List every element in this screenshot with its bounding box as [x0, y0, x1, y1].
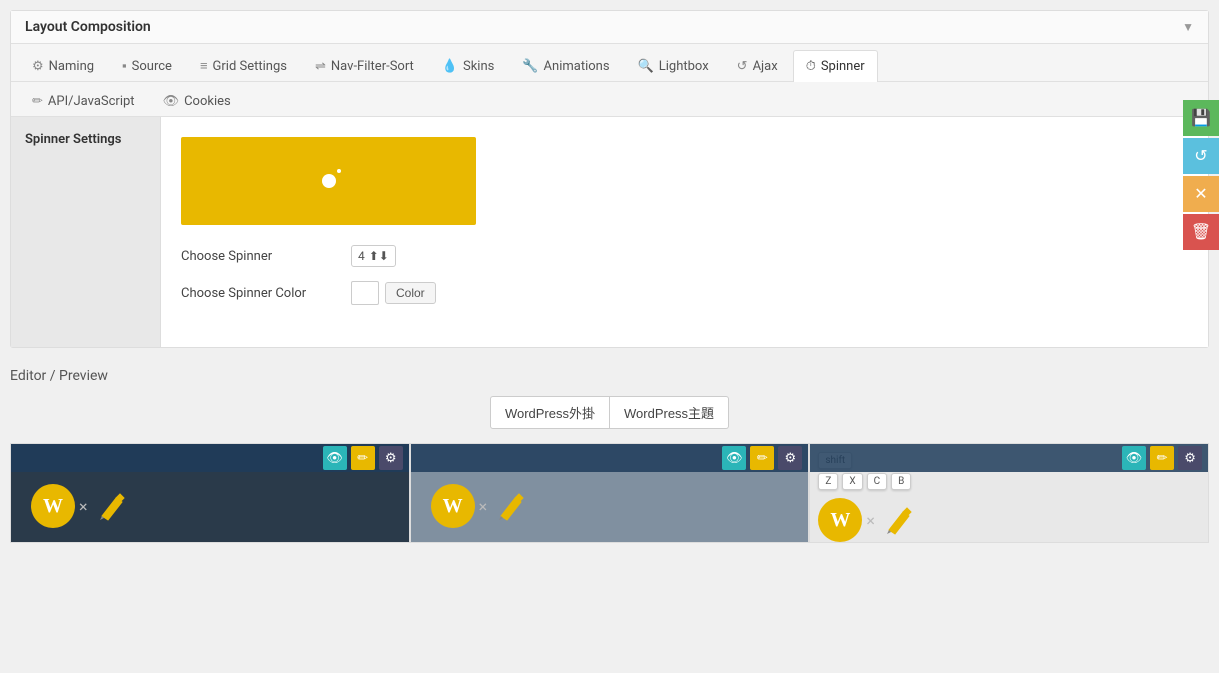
wp-logo-group-2: W ×: [431, 484, 532, 528]
wp-logo-1: W: [31, 484, 75, 528]
edit-icon-2[interactable]: ✏: [750, 446, 774, 470]
tab-animations-label: Animations: [544, 59, 610, 74]
tab-skins-label: Skins: [463, 59, 494, 74]
choose-spinner-row: Choose Spinner 4 ⬆⬇: [181, 245, 1188, 267]
panel-body: Spinner Settings Choose Spinner 4 ⬆⬇ Cho…: [11, 117, 1208, 347]
grid-overlay-1: 👁 ✏ ⚙: [11, 444, 409, 472]
tab-spinner[interactable]: ⏱ Spinner: [793, 50, 878, 82]
tab-bar-row1: ⚙ Naming ▪ Source ≡ Grid Settings ⇌ Nav-…: [11, 44, 1208, 82]
pen-icon-2: [491, 486, 531, 526]
spinner-select[interactable]: 4 ⬆⬇: [351, 245, 396, 267]
delete-button[interactable]: 🗑: [1183, 214, 1219, 250]
settings-icon-1[interactable]: ⚙: [379, 446, 403, 470]
spinner-value: 4: [358, 249, 365, 263]
filter-buttons: WordPress外掛 WordPress主題: [10, 396, 1209, 429]
api-icon: ✏: [32, 94, 43, 109]
filter-plugins-button[interactable]: WordPress外掛: [490, 396, 610, 429]
warning-button[interactable]: ✕: [1183, 176, 1219, 212]
lightbox-icon: 🔍: [638, 59, 654, 74]
spinner-dot: [322, 174, 336, 188]
cross-2: ×: [479, 497, 488, 516]
tab-naming[interactable]: ⚙ Naming: [19, 50, 107, 81]
tab-cookies[interactable]: 👁 Cookies: [150, 86, 244, 116]
view-icon-2[interactable]: 👁: [722, 446, 746, 470]
tab-grid-label: Grid Settings: [213, 59, 287, 74]
cookies-icon: 👁: [163, 94, 180, 109]
gear-icon: ⚙: [32, 59, 44, 74]
key-c: C: [867, 473, 888, 490]
tab-source[interactable]: ▪ Source: [109, 50, 185, 81]
spinner-sidebar: Spinner Settings: [11, 117, 161, 347]
settings-icon-3[interactable]: ⚙: [1178, 446, 1202, 470]
view-icon-1[interactable]: 👁: [323, 446, 347, 470]
action-buttons: 💾 ↺ ✕ 🗑: [1183, 100, 1219, 250]
pen-icon-1: [92, 486, 132, 526]
tab-cookies-label: Cookies: [184, 94, 231, 109]
key-x: X: [842, 473, 862, 490]
filter-themes-button[interactable]: WordPress主題: [610, 396, 729, 429]
spinner-content: Choose Spinner 4 ⬆⬇ Choose Spinner Color…: [161, 117, 1208, 347]
panel-header: Layout Composition ▼: [11, 11, 1208, 44]
panel-title: Layout Composition: [25, 19, 151, 35]
editor-title: Editor / Preview: [10, 368, 1209, 384]
wp-logo-group-3: W ×: [818, 498, 919, 542]
editor-section: Editor / Preview WordPress外掛 WordPress主題…: [0, 358, 1219, 543]
grid-item-2: 👁 ✏ ⚙ W ×: [410, 443, 810, 543]
edit-icon-1[interactable]: ✏: [351, 446, 375, 470]
sidebar-label: Spinner Settings: [25, 132, 121, 147]
layout-composition-panel: Layout Composition ▼ ⚙ Naming ▪ Source ≡…: [10, 10, 1209, 348]
settings-icon-2[interactable]: ⚙: [778, 446, 802, 470]
grid-overlay-3: 👁 ✏ ⚙: [810, 444, 1208, 472]
tab-api-label: API/JavaScript: [48, 94, 135, 109]
tab-ajax-label: Ajax: [753, 59, 778, 74]
tab-bar-row2: ✏ API/JavaScript 👁 Cookies: [11, 82, 1208, 117]
wp-logo-group-1: W ×: [31, 484, 132, 528]
choose-spinner-label: Choose Spinner: [181, 249, 341, 264]
wp-logo-2: W: [431, 484, 475, 528]
cross-1: ×: [79, 497, 88, 516]
tab-nav-filter-sort[interactable]: ⇌ Nav-Filter-Sort: [302, 50, 427, 81]
tab-naming-label: Naming: [49, 59, 94, 74]
spinner-icon: ⏱: [806, 59, 816, 74]
choose-color-label: Choose Spinner Color: [181, 286, 341, 301]
grid-item-3: 👁 ✏ ⚙ shift Z X C B W ×: [809, 443, 1209, 543]
key-z: Z: [818, 473, 838, 490]
key-b: B: [891, 473, 911, 490]
choose-color-row: Choose Spinner Color Color: [181, 281, 1188, 305]
ajax-icon: ↺: [737, 59, 748, 74]
grid-item-1: 👁 ✏ ⚙ W ×: [10, 443, 410, 543]
cross-3: ×: [866, 511, 875, 530]
animations-icon: 🔧: [522, 59, 538, 74]
tab-lightbox[interactable]: 🔍 Lightbox: [625, 50, 722, 81]
nav-icon: ⇌: [315, 59, 326, 74]
pen-icon-3: [879, 500, 919, 540]
key-row-2: Z X C B: [818, 473, 911, 490]
tab-animations[interactable]: 🔧 Animations: [509, 50, 622, 81]
tab-nav-label: Nav-Filter-Sort: [331, 59, 414, 74]
tab-skins[interactable]: 💧 Skins: [429, 50, 508, 81]
grid-overlay-2: 👁 ✏ ⚙: [411, 444, 809, 472]
tab-ajax[interactable]: ↺ Ajax: [724, 50, 791, 81]
tab-lightbox-label: Lightbox: [659, 59, 709, 74]
view-icon-3[interactable]: 👁: [1122, 446, 1146, 470]
color-row: Color: [351, 281, 436, 305]
skins-icon: 💧: [442, 59, 458, 74]
save-button[interactable]: 💾: [1183, 100, 1219, 136]
grid-icon: ≡: [200, 58, 208, 74]
tab-spinner-label: Spinner: [821, 59, 865, 74]
collapse-icon[interactable]: ▼: [1182, 20, 1194, 34]
folder-icon: ▪: [122, 58, 127, 74]
tab-source-label: Source: [132, 59, 172, 74]
color-swatch[interactable]: [351, 281, 379, 305]
color-button[interactable]: Color: [385, 282, 436, 304]
edit-icon-3[interactable]: ✏: [1150, 446, 1174, 470]
refresh-button[interactable]: ↺: [1183, 138, 1219, 174]
grid-row: 👁 ✏ ⚙ W ×: [10, 443, 1209, 543]
spinner-preview: [181, 137, 476, 225]
spinner-arrows[interactable]: ⬆⬇: [369, 249, 389, 263]
tab-grid-settings[interactable]: ≡ Grid Settings: [187, 50, 300, 81]
tab-api-javascript[interactable]: ✏ API/JavaScript: [19, 86, 148, 116]
wp-logo-3: W: [818, 498, 862, 542]
